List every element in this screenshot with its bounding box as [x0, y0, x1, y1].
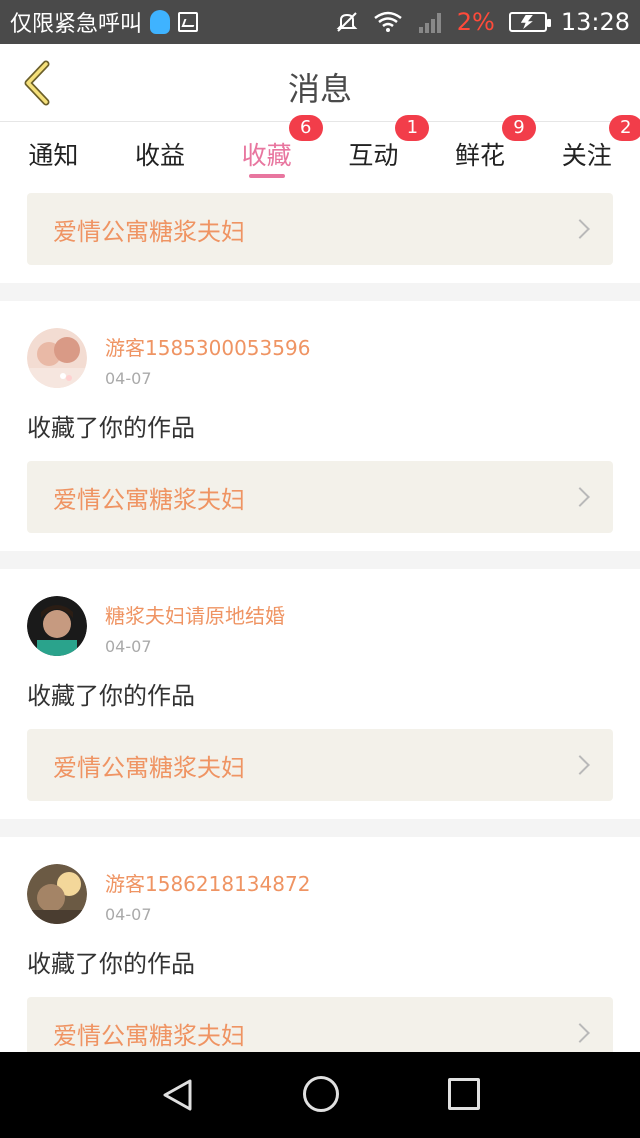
avatar[interactable]	[27, 328, 87, 388]
image-icon	[178, 12, 199, 32]
action-text: 收藏了你的作品	[27, 950, 195, 978]
tab-label: 收藏	[241, 141, 292, 170]
battery-icon	[508, 12, 551, 32]
action-text: 收藏了你的作品	[27, 682, 195, 710]
tab-label: 互动	[348, 141, 399, 170]
qq-icon	[150, 10, 171, 34]
header: 消息	[0, 44, 640, 122]
wifi-icon	[373, 11, 402, 32]
chevron-right-icon	[570, 487, 590, 507]
unread-badge: 1	[395, 115, 430, 141]
chevron-right-icon	[570, 1023, 590, 1043]
user-row: 游客1585300053596 04-07	[27, 301, 613, 388]
nav-back-icon[interactable]	[160, 1078, 196, 1112]
tab-label: 关注	[561, 141, 612, 170]
chevron-right-icon	[570, 755, 590, 775]
tab-favorites[interactable]: 收藏 6	[213, 115, 323, 184]
work-title: 爱情公寓糖浆夫妇	[53, 753, 245, 782]
unread-badge: 9	[502, 115, 537, 141]
work-title: 爱情公寓糖浆夫妇	[53, 1021, 245, 1050]
tab-label: 通知	[28, 141, 79, 170]
action-text: 收藏了你的作品	[27, 414, 195, 442]
active-tab-indicator	[248, 174, 285, 178]
username[interactable]: 游客1586218134872	[105, 868, 310, 897]
tab-label: 鲜花	[455, 141, 506, 170]
status-bar: 仅限紧急呼叫 2% 13:28	[0, 0, 640, 44]
user-row: 糖浆夫妇请原地结婚 04-07	[27, 569, 613, 656]
tab-notifications[interactable]: 通知	[0, 122, 107, 184]
tab-label: 收益	[135, 141, 186, 170]
work-link[interactable]: 爱情公寓糖浆夫妇	[27, 997, 613, 1052]
tab-earnings[interactable]: 收益	[107, 122, 214, 184]
tab-flowers[interactable]: 鲜花 9	[427, 115, 537, 184]
system-nav-bar	[0, 1052, 640, 1138]
message-list: 爱情公寓糖浆夫妇 游客1585300053596 04-07 收藏了你的作品 爱…	[0, 184, 640, 1052]
work-title: 爱情公寓糖浆夫妇	[53, 217, 245, 246]
unread-badge: 6	[288, 115, 323, 141]
battery-percent: 2%	[456, 8, 495, 36]
chevron-right-icon	[570, 219, 590, 239]
carrier-text: 仅限紧急呼叫	[10, 12, 143, 37]
tab-interactions[interactable]: 互动 1	[320, 115, 430, 184]
timestamp: 04-07	[105, 637, 152, 656]
avatar[interactable]	[27, 596, 87, 656]
message-card: 爱情公寓糖浆夫妇	[0, 184, 640, 283]
timestamp: 04-07	[105, 369, 152, 388]
avatar[interactable]	[27, 864, 87, 924]
unread-badge: 2	[608, 115, 640, 141]
message-card: 游客1586218134872 04-07 收藏了你的作品 爱情公寓糖浆夫妇	[0, 837, 640, 1052]
username[interactable]: 糖浆夫妇请原地结婚	[105, 600, 285, 629]
user-row: 游客1586218134872 04-07	[27, 837, 613, 924]
signal-icon	[418, 13, 441, 33]
mute-icon	[336, 12, 358, 32]
work-link[interactable]: 爱情公寓糖浆夫妇	[27, 729, 613, 801]
tab-bar: 通知 收益 收藏 6 互动 1 鲜花 9 关注 2	[0, 115, 640, 184]
username[interactable]: 游客1585300053596	[105, 332, 310, 361]
clock: 13:28	[560, 8, 630, 36]
work-link[interactable]: 爱情公寓糖浆夫妇	[27, 461, 613, 533]
work-title: 爱情公寓糖浆夫妇	[53, 485, 245, 514]
nav-recents-icon[interactable]	[448, 1078, 480, 1110]
work-link[interactable]: 爱情公寓糖浆夫妇	[27, 193, 613, 265]
tab-follows[interactable]: 关注 2	[533, 115, 640, 184]
nav-home-icon[interactable]	[303, 1076, 339, 1112]
page-title: 消息	[287, 70, 352, 108]
message-card: 游客1585300053596 04-07 收藏了你的作品 爱情公寓糖浆夫妇	[0, 301, 640, 551]
timestamp: 04-07	[105, 905, 152, 924]
message-card: 糖浆夫妇请原地结婚 04-07 收藏了你的作品 爱情公寓糖浆夫妇	[0, 569, 640, 819]
